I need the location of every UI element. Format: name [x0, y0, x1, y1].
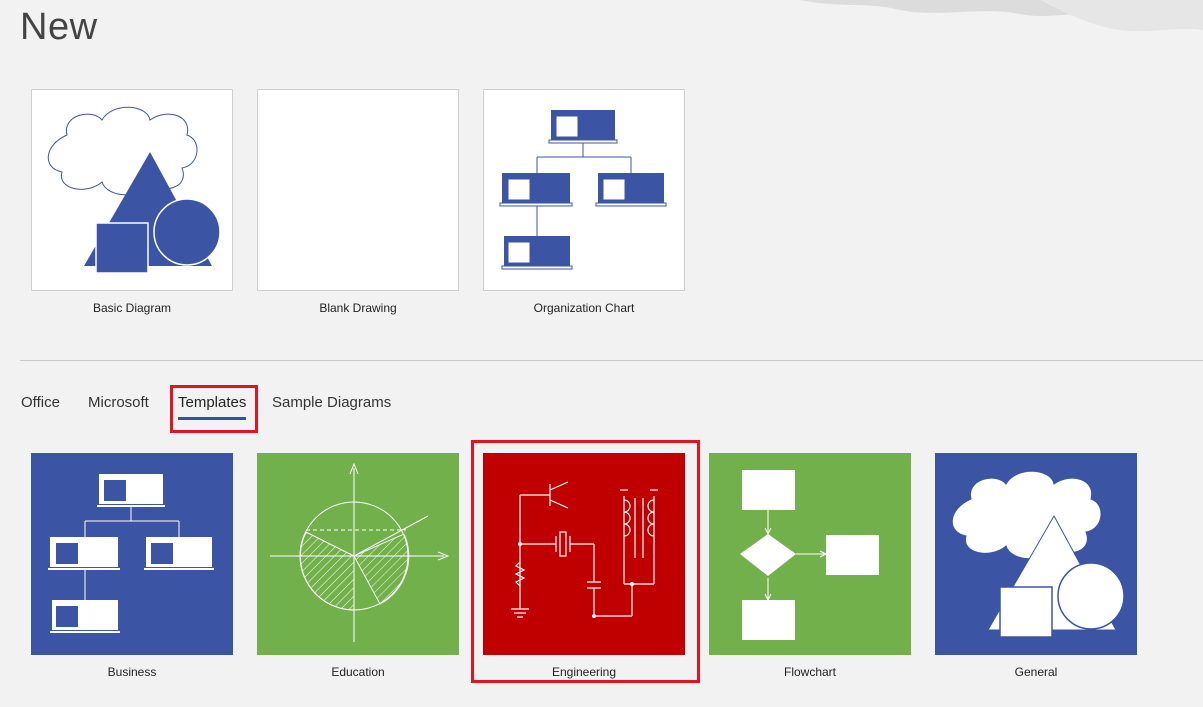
business-thumbnail-icon [48, 474, 214, 633]
flowchart-label: Flowchart [783, 665, 836, 679]
general-tile[interactable] [935, 453, 1137, 655]
organization-chart-thumbnail-icon [499, 110, 667, 270]
organization-chart-tile[interactable] [483, 89, 685, 291]
general-thumbnail-icon [951, 470, 1125, 638]
tab-templates[interactable]: Templates [178, 394, 246, 411]
header-decoration [800, 0, 1203, 32]
engineering-tile[interactable] [483, 453, 685, 655]
organization-chart-label: Organization Chart [533, 301, 635, 315]
basic-diagram-thumbnail-icon [47, 106, 221, 274]
tab-sample-diagrams[interactable]: Sample Diagrams [272, 394, 391, 411]
page-title: New [20, 6, 98, 48]
education-thumbnail-icon [270, 462, 450, 642]
engineering-label: Engineering [551, 665, 617, 679]
general-label: General [1014, 665, 1058, 679]
basic-diagram-label: Basic Diagram [92, 301, 172, 315]
blank-drawing-label: Blank Drawing [319, 301, 397, 315]
flowchart-tile[interactable] [709, 453, 911, 655]
business-tile[interactable] [31, 453, 233, 655]
basic-diagram-tile[interactable] [31, 89, 233, 291]
active-tab-indicator [178, 417, 246, 420]
business-label: Business [107, 665, 157, 679]
flowchart-thumbnail-icon [740, 470, 879, 640]
tab-microsoft[interactable]: Microsoft [88, 394, 149, 411]
engineering-thumbnail-icon [511, 481, 658, 618]
tab-office[interactable]: Office [21, 394, 60, 411]
education-label: Education [331, 665, 385, 679]
section-divider [20, 360, 1203, 361]
education-tile[interactable] [257, 453, 459, 655]
blank-drawing-tile[interactable] [257, 89, 459, 291]
